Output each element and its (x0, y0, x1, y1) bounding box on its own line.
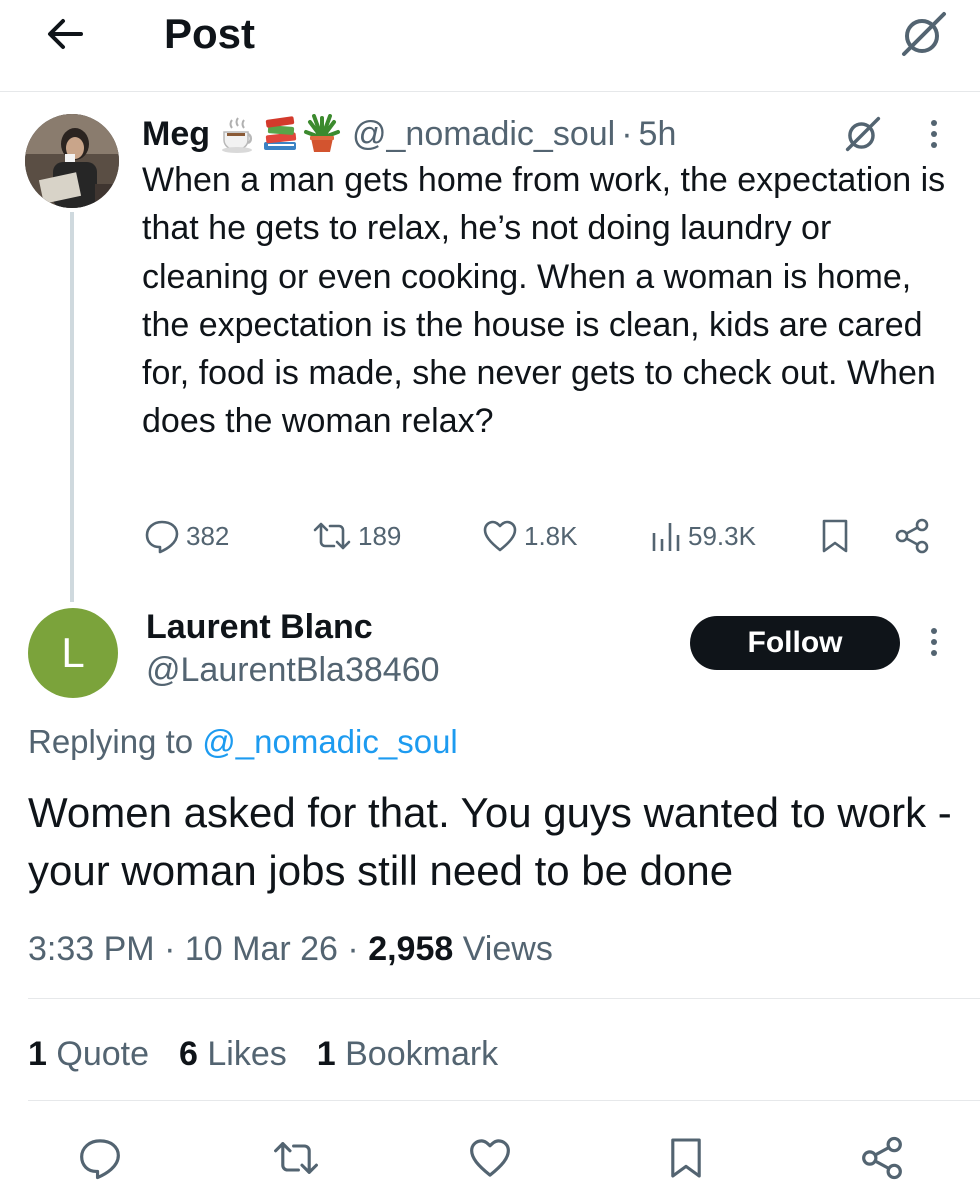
reply-button[interactable]: 382 (144, 512, 229, 560)
back-button[interactable] (40, 12, 90, 56)
bookmarks-stat[interactable]: 1 Bookmark (317, 1032, 498, 1076)
tweet-header: Meg @_nomadic_soul · 5h (142, 112, 676, 156)
thread-line (70, 212, 74, 602)
views-count: 2,958 (368, 930, 454, 968)
repost-icon (313, 522, 351, 550)
author-handle[interactable]: @_nomadic_soul (352, 115, 615, 154)
like-count: 1.8K (524, 520, 578, 551)
reply-icon (80, 1139, 120, 1180)
bookmark-icon (671, 1138, 701, 1178)
tweet-text: When a man gets home from work, the expe… (142, 161, 946, 441)
author-name[interactable]: Laurent Blanc (146, 606, 373, 648)
replying-label: Replying to (28, 723, 194, 760)
views-button[interactable]: 59.3K (650, 512, 756, 560)
separator: · (347, 930, 359, 968)
avatar-letter: L (61, 629, 85, 676)
bookmark-button[interactable] (656, 1130, 716, 1186)
avatar[interactable]: L (28, 608, 118, 698)
quotes-stat[interactable]: 1 Quote (28, 1032, 149, 1076)
likes-stat[interactable]: 6 Likes (179, 1032, 287, 1076)
like-button[interactable] (460, 1130, 520, 1186)
replying-to: Replying to @_nomadic_soul (28, 720, 458, 764)
books-icon (264, 116, 297, 150)
timestamp[interactable]: 5h (639, 115, 677, 154)
engagement-stats: 1 Quote 6 Likes 1 Bookmark (28, 1032, 498, 1076)
more-vertical-icon (931, 628, 937, 656)
tweet-actions: 382 189 1.8K 59.3K (142, 512, 942, 560)
repost-icon (274, 1142, 318, 1174)
author-handle[interactable]: @LaurentBla38460 (146, 648, 440, 692)
reply-icon (145, 520, 179, 554)
grok-icon (902, 12, 946, 56)
page-title: Post (164, 10, 256, 57)
repost-button[interactable] (266, 1130, 326, 1186)
hot-beverage-icon (222, 117, 253, 153)
follow-button[interactable]: Follow (690, 616, 900, 670)
views-label: Views (462, 930, 553, 968)
grok-icon (845, 116, 881, 152)
tweet-text: Women asked for that. You guys wanted to… (28, 789, 952, 894)
post-time[interactable]: 3:33 PM (28, 930, 155, 968)
arrow-left-icon (48, 19, 83, 49)
avatar[interactable] (25, 114, 119, 208)
separator: · (621, 114, 633, 153)
share-button[interactable] (852, 1130, 912, 1186)
post-date[interactable]: 10 Mar 26 (185, 930, 338, 968)
more-button[interactable] (922, 620, 946, 664)
mention-link[interactable]: @_nomadic_soul (202, 723, 457, 760)
divider (28, 998, 980, 999)
grok-button[interactable] (894, 6, 954, 62)
repost-button[interactable]: 189 (312, 512, 401, 560)
more-vertical-icon (931, 120, 937, 148)
divider (28, 1100, 980, 1101)
share-button[interactable] (894, 512, 930, 560)
heart-icon (483, 520, 517, 552)
reply-count: 382 (186, 520, 230, 551)
tweet-meta: 3:33 PM · 10 Mar 26 · 2,958 Views (28, 926, 553, 972)
bookmark-button[interactable] (820, 512, 850, 560)
name-emojis (220, 114, 342, 154)
heart-icon (470, 1139, 510, 1177)
share-icon (895, 518, 929, 554)
more-button[interactable] (922, 112, 946, 156)
like-button[interactable]: 1.8K (482, 512, 578, 560)
views-count: 59.3K (688, 520, 756, 551)
repost-count: 189 (358, 520, 402, 551)
separator: · (164, 930, 176, 968)
author-name[interactable]: Meg (142, 115, 210, 154)
views-chart-icon (652, 523, 680, 551)
action-bar (0, 1130, 980, 1190)
bookmark-icon (822, 519, 848, 553)
grok-button[interactable] (838, 112, 888, 156)
reply-button[interactable] (70, 1130, 130, 1186)
avatar-photo (25, 114, 119, 208)
share-icon (862, 1136, 902, 1180)
potted-plant-icon (304, 114, 340, 152)
top-bar: Post (0, 0, 980, 92)
